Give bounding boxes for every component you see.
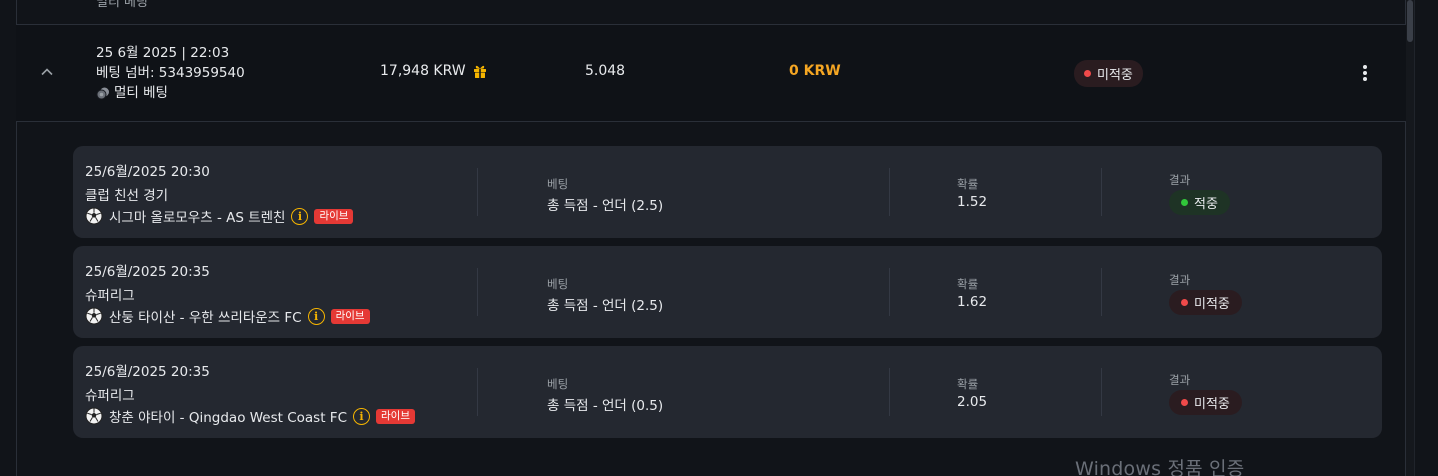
bet-leg: 25/6월/2025 20:35 슈퍼리그 창춘 야타이 - Qingdao W… <box>73 346 1382 438</box>
soccer-ball-icon <box>85 207 103 225</box>
result-value: 적중 <box>1194 197 1218 212</box>
bet-label: 베팅 <box>547 377 569 391</box>
live-badge: 라이브 <box>330 308 370 324</box>
live-badge: 라이브 <box>376 408 415 424</box>
gift-icon[interactable] <box>472 63 488 79</box>
windows-activation-watermark: Windows 정품 인증 <box>1075 458 1245 476</box>
result-badge: 적중 <box>1169 190 1230 215</box>
scrollbar-thumb[interactable] <box>1407 0 1413 42</box>
leg-match-name: 창춘 야타이 - Qingdao West Coast FC <box>109 410 347 426</box>
leg-league: 슈퍼리그 <box>85 288 135 304</box>
leg-match-name: 산둥 타이산 - 우한 쓰리타운즈 FC <box>109 310 302 326</box>
stake-amount: 17,948 KRW <box>380 63 466 79</box>
bet-number: 베팅 넘버: 5343959540 <box>96 65 245 81</box>
bet-selection: 총 득점 - 언더 (2.5) <box>547 298 664 314</box>
bet-status-label: 미적중 <box>1097 68 1133 83</box>
odds-label: 확률 <box>957 377 979 391</box>
bet-selection: 총 득점 - 언더 (0.5) <box>547 398 664 414</box>
status-dot <box>1084 70 1091 77</box>
divider <box>1101 168 1102 216</box>
status-dot <box>1181 399 1188 406</box>
divider <box>889 368 890 416</box>
result-label: 결과 <box>1169 273 1191 287</box>
divider <box>1101 268 1102 316</box>
leg-match: 산둥 타이산 - 우한 쓰리타운즈 FC i 라이브 <box>85 306 370 326</box>
leg-league: 슈퍼리그 <box>85 388 135 404</box>
previous-bet-type: 멀티 베팅 <box>96 0 148 10</box>
info-icon[interactable]: i <box>307 307 325 325</box>
result-badge: 미적중 <box>1169 290 1242 315</box>
leg-match-name: 시그마 올로모우츠 - AS 트렌친 <box>109 210 286 226</box>
bet-datetime: 25 6월 2025 | 22:03 <box>96 45 230 61</box>
live-badge: 라이브 <box>314 208 354 224</box>
bet-leg: 25/6월/2025 20:35 슈퍼리그 산둥 타이산 - 우한 쓰리타운즈 … <box>73 246 1382 338</box>
chevron-up-icon[interactable] <box>38 63 56 81</box>
bet-summary-row[interactable]: 25 6월 2025 | 22:03 베팅 넘버: 5343959540 멀티 … <box>16 25 1406 122</box>
status-dot <box>1181 199 1188 206</box>
divider <box>477 168 478 216</box>
vertical-scrollbar[interactable] <box>1406 0 1414 476</box>
bet-selection: 총 득점 - 언더 (2.5) <box>547 198 664 214</box>
odds-value: 1.62 <box>957 294 988 310</box>
odds-value: 2.05 <box>957 394 988 410</box>
info-icon[interactable]: i <box>353 407 370 425</box>
soccer-ball-icon <box>85 407 103 425</box>
previous-bet-row[interactable]: 멀티 베팅 <box>16 0 1406 25</box>
bet-leg: 25/6월/2025 20:30 클럽 친선 경기 시그마 올로모우츠 - AS… <box>73 146 1382 238</box>
result-value: 미적중 <box>1194 297 1230 312</box>
payout-amount: 0 KRW <box>789 63 841 79</box>
odds-label: 확률 <box>957 177 979 191</box>
result-badge: 미적중 <box>1169 390 1242 415</box>
divider <box>889 268 890 316</box>
leg-datetime: 25/6월/2025 20:35 <box>85 364 210 380</box>
bet-status-badge: 미적중 <box>1074 60 1143 87</box>
right-edge <box>1414 0 1438 476</box>
bet-label: 베팅 <box>547 177 569 191</box>
result-label: 결과 <box>1169 373 1191 387</box>
leg-datetime: 25/6월/2025 20:35 <box>85 264 210 280</box>
leg-datetime: 25/6월/2025 20:30 <box>85 164 210 180</box>
kebab-menu-icon[interactable] <box>1356 63 1374 83</box>
odds-value: 1.52 <box>957 194 988 210</box>
leg-match: 시그마 올로모우츠 - AS 트렌친 i 라이브 <box>85 206 354 226</box>
odds-label: 확률 <box>957 277 979 291</box>
bet-type-label: 멀티 베팅 <box>114 85 168 101</box>
bet-info: 25 6월 2025 | 22:03 베팅 넘버: 5343959540 멀티 … <box>96 43 245 103</box>
divider <box>1101 368 1102 416</box>
leg-league: 클럽 친선 경기 <box>85 188 169 204</box>
bet-type: 멀티 베팅 <box>96 83 245 103</box>
bet-label: 베팅 <box>547 277 569 291</box>
divider <box>889 168 890 216</box>
total-odds: 5.048 <box>585 63 626 79</box>
bet-stake: 17,948 KRW <box>380 63 488 79</box>
result-label: 결과 <box>1169 173 1191 187</box>
divider <box>477 368 478 416</box>
leg-match: 창춘 야타이 - Qingdao West Coast FC i 라이브 <box>85 406 415 426</box>
divider <box>477 268 478 316</box>
result-value: 미적중 <box>1194 397 1230 412</box>
info-icon[interactable]: i <box>291 207 309 225</box>
chips-icon <box>96 87 109 100</box>
status-dot <box>1181 299 1188 306</box>
soccer-ball-icon <box>85 307 103 325</box>
